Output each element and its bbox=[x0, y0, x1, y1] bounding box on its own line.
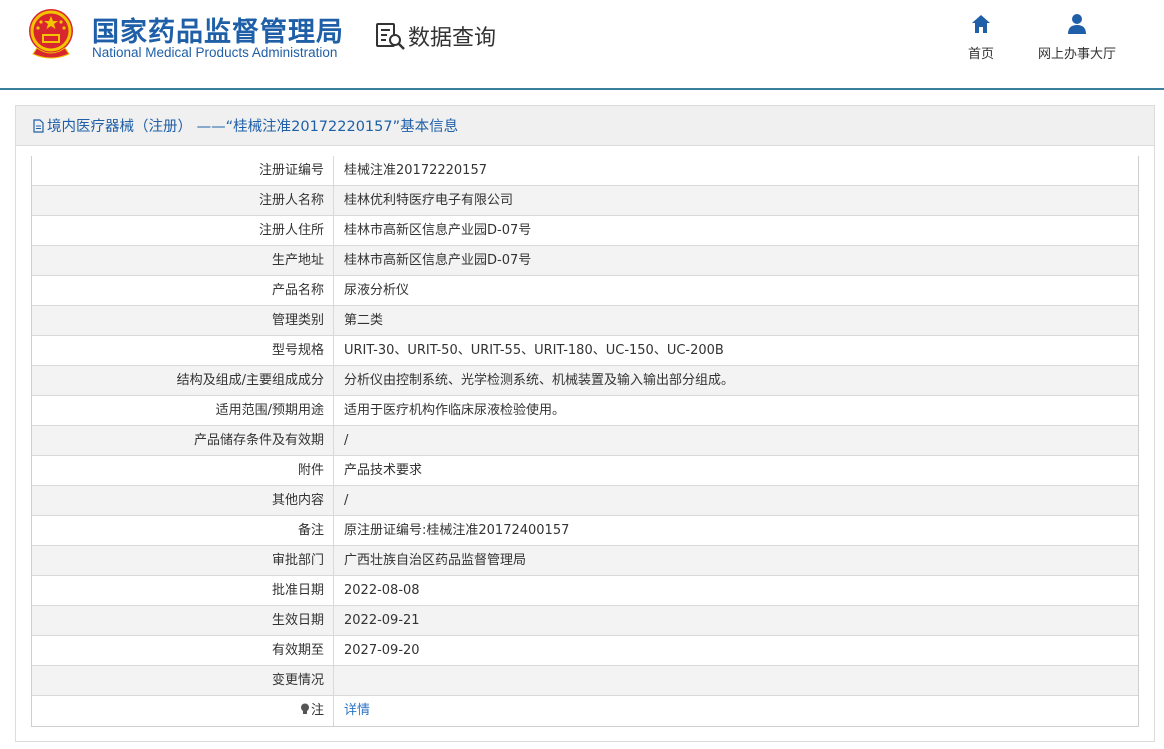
national-emblem-icon bbox=[29, 9, 73, 59]
user-icon bbox=[1068, 14, 1086, 34]
bulb-icon bbox=[300, 703, 309, 714]
site-logo-subtitle: National Medical Products Administration bbox=[92, 45, 338, 60]
info-table: 注册证编号 桂械注准20172220157 注册人名称 桂林优利特医疗电子有限公司 注册… bbox=[31, 156, 1139, 727]
table-row: 有效期至 2027-09-20 bbox=[32, 636, 1138, 666]
table-row: 产品名称 尿液分析仪 bbox=[32, 276, 1138, 306]
table-row: 产品储存条件及有效期 / bbox=[32, 426, 1138, 456]
row-label: 适用范围/预期用途 bbox=[32, 396, 334, 425]
table-row: 变更情况 bbox=[32, 666, 1138, 696]
table-row: 其他内容 / bbox=[32, 486, 1138, 516]
table-row: 附件 产品技术要求 bbox=[32, 456, 1138, 486]
row-value: 适用于医疗机构作临床尿液检验使用。 bbox=[344, 403, 566, 418]
row-label: 注 bbox=[32, 696, 334, 726]
row-label: 注册证编号 bbox=[32, 156, 334, 185]
table-row: 备注 原注册证编号:桂械注准20172400157 bbox=[32, 516, 1138, 546]
row-label: 结构及组成/主要组成成分 bbox=[32, 366, 334, 395]
nav-home-label: 首页 bbox=[967, 47, 994, 62]
home-icon bbox=[972, 15, 990, 33]
row-value: 桂械注准20172220157 bbox=[344, 163, 487, 178]
row-value: 广西壮族自治区药品监督管理局 bbox=[344, 553, 527, 568]
row-label: 审批部门 bbox=[32, 546, 334, 575]
row-value: 2027-09-20 bbox=[344, 643, 420, 658]
row-label: 注册人住所 bbox=[32, 216, 334, 245]
row-label: 有效期至 bbox=[32, 636, 334, 665]
row-value: 原注册证编号:桂械注准20172400157 bbox=[344, 523, 570, 538]
row-value: 2022-09-21 bbox=[344, 613, 420, 628]
row-label: 产品名称 bbox=[32, 276, 334, 305]
search-document-icon bbox=[376, 23, 405, 50]
row-label: 附件 bbox=[32, 456, 334, 485]
site-header: 国家药品监督管理局 National Medical Products Admi… bbox=[0, 0, 1164, 90]
table-row: 批准日期 2022-08-08 bbox=[32, 576, 1138, 606]
row-value: URIT-30、URIT-50、URIT-55、URIT-180、UC-150、… bbox=[344, 343, 724, 358]
row-label: 批准日期 bbox=[32, 576, 334, 605]
row-value: / bbox=[344, 493, 349, 508]
site-logo-title: 国家药品监督管理局 bbox=[92, 17, 344, 48]
row-label: 生效日期 bbox=[32, 606, 334, 635]
data-query-heading: 数据查询 bbox=[374, 19, 496, 53]
row-label: 注册人名称 bbox=[32, 186, 334, 215]
table-row: 生效日期 2022-09-21 bbox=[32, 606, 1138, 636]
row-value: 详情 bbox=[334, 696, 1138, 726]
nav-home[interactable]: 首页 bbox=[958, 13, 1004, 62]
row-label: 管理类别 bbox=[32, 306, 334, 335]
row-label: 生产地址 bbox=[32, 246, 334, 275]
row-label: 变更情况 bbox=[32, 666, 334, 695]
table-row: 结构及组成/主要组成成分 分析仪由控制系统、光学检测系统、机械装置及输入输出部分组… bbox=[32, 366, 1138, 396]
row-value: / bbox=[344, 433, 349, 448]
row-value: 2022-08-08 bbox=[344, 583, 420, 598]
data-query-label: 数据查询 bbox=[408, 26, 497, 51]
table-row: 注册人住所 桂林市高新区信息产业园D-07号 bbox=[32, 216, 1138, 246]
row-value: 分析仪由控制系统、光学检测系统、机械装置及输入输出部分组成。 bbox=[344, 373, 735, 388]
row-label: 备注 bbox=[32, 516, 334, 545]
table-row-note: 注 详情 bbox=[32, 696, 1138, 726]
table-row: 适用范围/预期用途 适用于医疗机构作临床尿液检验使用。 bbox=[32, 396, 1138, 426]
row-value: 第二类 bbox=[344, 313, 384, 328]
row-value: 产品技术要求 bbox=[344, 463, 423, 478]
row-label: 型号规格 bbox=[32, 336, 334, 365]
table-row: 管理类别 第二类 bbox=[32, 306, 1138, 336]
note-label: 注 bbox=[310, 703, 324, 718]
row-value: 桂林市高新区信息产业园D-07号 bbox=[344, 223, 532, 238]
row-value bbox=[334, 666, 1138, 695]
table-row: 生产地址 桂林市高新区信息产业园D-07号 bbox=[32, 246, 1138, 276]
document-icon bbox=[33, 118, 44, 133]
table-row: 审批部门 广西壮族自治区药品监督管理局 bbox=[32, 546, 1138, 576]
detail-panel: 境内医疗器械（注册） ——“桂械注准20172220157”基本信息 注册证编号… bbox=[15, 105, 1155, 742]
row-label: 其他内容 bbox=[32, 486, 334, 515]
table-row: 注册人名称 桂林优利特医疗电子有限公司 bbox=[32, 186, 1138, 216]
row-value: 桂林市高新区信息产业园D-07号 bbox=[344, 253, 532, 268]
details-link[interactable]: 详情 bbox=[344, 703, 370, 718]
table-row: 注册证编号 桂械注准20172220157 bbox=[32, 156, 1138, 186]
row-value: 尿液分析仪 bbox=[344, 283, 410, 298]
panel-title: 境内医疗器械（注册） ——“桂械注准20172220157”基本信息 bbox=[47, 119, 459, 135]
table-row: 型号规格 URIT-30、URIT-50、URIT-55、URIT-180、UC-… bbox=[32, 336, 1138, 366]
nav-online-service-hall[interactable]: 网上办事大厅 bbox=[1028, 13, 1126, 62]
nav-online-service-hall-label: 网上办事大厅 bbox=[1037, 47, 1116, 62]
row-value: 桂林优利特医疗电子有限公司 bbox=[344, 193, 514, 208]
row-label: 产品储存条件及有效期 bbox=[32, 426, 334, 455]
panel-header: 境内医疗器械（注册） ——“桂械注准20172220157”基本信息 bbox=[16, 106, 1154, 146]
